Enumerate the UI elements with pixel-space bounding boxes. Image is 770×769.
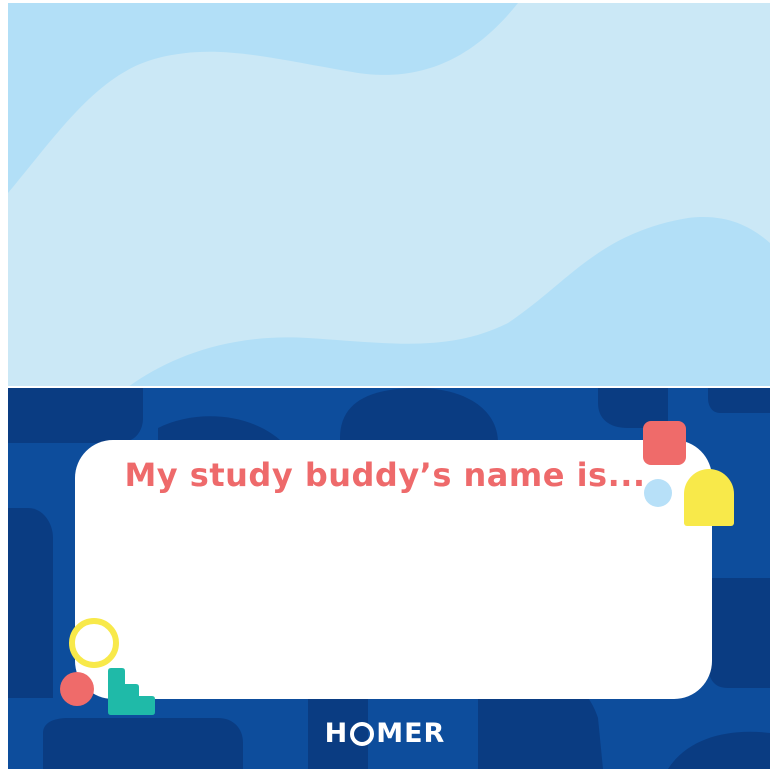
sky-waves — [8, 3, 770, 387]
coral-circle-icon — [60, 672, 94, 706]
yellow-ring-icon — [69, 618, 119, 668]
sky-background — [8, 3, 770, 387]
logo-text-mer: MER — [376, 718, 446, 749]
yellow-arch-icon — [684, 469, 734, 526]
logo-text-h: H — [324, 718, 349, 749]
light-blue-circle-icon — [644, 479, 672, 507]
logo-o-icon — [350, 721, 375, 746]
coral-square-icon — [643, 421, 686, 465]
homer-logo: H MER — [0, 718, 770, 749]
teal-steps-icon — [108, 668, 155, 715]
